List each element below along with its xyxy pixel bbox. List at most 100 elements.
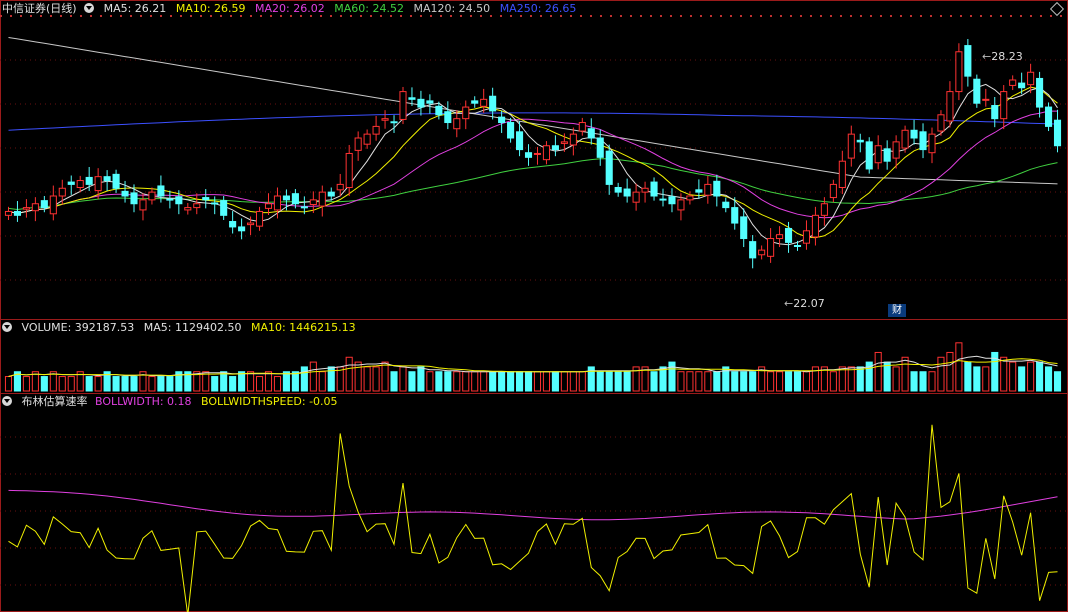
volume-bar — [749, 371, 757, 392]
volume-bar — [435, 371, 443, 392]
volume-bar — [309, 361, 317, 392]
candle-body — [551, 145, 559, 151]
candle-body — [784, 227, 793, 243]
volume-bar — [731, 371, 739, 392]
volume-bar — [363, 366, 371, 392]
candle-body — [542, 145, 550, 161]
candle-body — [776, 234, 784, 240]
candle-body — [229, 221, 237, 228]
volume-bar — [264, 371, 273, 392]
volume-bar — [560, 371, 568, 392]
volume-bar — [399, 366, 407, 392]
candle-body — [1018, 82, 1026, 89]
stock-chart-svg[interactable] — [0, 0, 1068, 612]
candle-body — [49, 195, 57, 215]
candle-body — [578, 122, 586, 132]
candle-body — [40, 200, 48, 209]
candle-body — [1000, 91, 1008, 120]
volume-bar — [551, 371, 559, 392]
candle-body — [408, 97, 416, 100]
volume-bar — [157, 376, 165, 392]
volume-bar — [533, 371, 542, 392]
candle-body — [247, 222, 255, 226]
candle-body — [175, 196, 183, 205]
volume-bar — [85, 376, 93, 392]
volume-bar — [596, 371, 604, 392]
candle-body — [740, 216, 748, 240]
candle-body — [498, 116, 506, 124]
volume-bar — [229, 376, 237, 392]
candle-body — [390, 121, 398, 124]
candle-body — [874, 145, 882, 164]
candle-body — [569, 133, 577, 146]
candle-body — [686, 195, 694, 201]
volume-bar — [973, 366, 981, 392]
volume-bar — [255, 376, 264, 392]
candle-body — [695, 189, 703, 193]
volume-bar — [471, 371, 479, 392]
candle-body — [650, 181, 658, 197]
candle-body — [919, 131, 927, 151]
candle-body — [946, 91, 954, 122]
candle-body — [166, 198, 174, 201]
volume-bar — [94, 376, 102, 392]
volume-bar — [955, 342, 963, 392]
candle-body — [282, 195, 290, 201]
volume-bar — [623, 371, 631, 392]
volume-bar — [480, 371, 488, 392]
volume-bar — [838, 366, 846, 392]
volume-bar — [112, 376, 120, 392]
volume-bar — [67, 376, 75, 392]
volume-bar — [354, 361, 362, 392]
candle-body — [533, 152, 542, 155]
volume-bar — [444, 371, 452, 392]
volume-bar — [901, 356, 909, 392]
volume-bar — [650, 371, 658, 392]
volume-bar — [928, 371, 936, 392]
volume-bar — [740, 371, 748, 392]
candle-body — [139, 199, 147, 211]
volume-bar — [130, 376, 138, 392]
low-price-label: ←22.07 — [784, 297, 825, 310]
candle-body — [381, 118, 389, 121]
candle-body — [22, 207, 30, 210]
volume-bar — [982, 366, 990, 392]
volume-bar — [345, 356, 353, 392]
volume-bar — [220, 371, 228, 392]
volume-bar — [166, 376, 174, 392]
candle-body — [291, 193, 299, 205]
candle-body — [354, 137, 362, 151]
candle-body — [327, 191, 335, 197]
candle-body — [1009, 79, 1017, 86]
volume-bar — [22, 376, 30, 392]
volume-bar — [776, 371, 784, 392]
candle-body — [847, 133, 855, 159]
financial-report-badge[interactable]: 财 — [888, 304, 906, 317]
volume-bar — [542, 371, 550, 392]
volume-bar — [372, 366, 380, 392]
volume-bar — [964, 361, 972, 392]
volume-bar — [462, 371, 470, 392]
candle-body — [76, 180, 84, 188]
volume-bar — [390, 371, 398, 392]
candle-body — [892, 141, 900, 159]
candle-body — [112, 173, 120, 189]
candle-body — [444, 111, 452, 124]
candle-body — [462, 106, 470, 120]
volume-bar — [874, 351, 882, 392]
candle-body — [264, 203, 273, 209]
volume-bar — [40, 376, 48, 392]
candle-body — [130, 192, 138, 205]
candle-body — [1027, 71, 1035, 86]
candle-body — [802, 230, 811, 244]
volume-bar — [211, 376, 219, 392]
candle-body — [883, 148, 891, 162]
volume-bar — [767, 371, 775, 392]
candle-body — [829, 183, 837, 199]
candle-body — [1036, 77, 1044, 108]
candle-body — [58, 187, 66, 197]
candle-body — [184, 207, 192, 211]
candle-body — [856, 139, 864, 143]
candle-body — [596, 137, 604, 158]
bollwidth-line — [8, 489, 1058, 521]
